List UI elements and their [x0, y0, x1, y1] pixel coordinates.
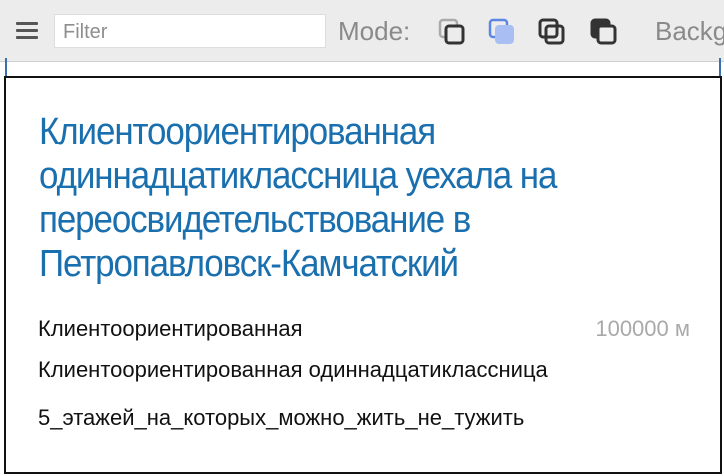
- mode-outline-icon[interactable]: [437, 17, 467, 47]
- mode-overlap-outline-icon[interactable]: [537, 17, 567, 47]
- preview-card: Клиентоориентированная одиннадцатиклассн…: [4, 76, 722, 474]
- toolbar: Mode: Backg: [0, 0, 724, 62]
- mode-filled-icon[interactable]: [487, 17, 517, 47]
- hamburger-icon[interactable]: [16, 22, 38, 39]
- mode-overlap-filled-icon[interactable]: [589, 17, 619, 47]
- identifier-line: 5_этажей_на_которых_можно_жить_не_тужить: [38, 405, 525, 430]
- headline: Клиентоориентированная одиннадцатиклассн…: [39, 111, 557, 285]
- background-label[interactable]: Backg: [655, 14, 724, 48]
- filter-input[interactable]: [54, 14, 326, 48]
- stage-edge: [5, 58, 721, 76]
- title-line: Клиентоориентированная: [38, 316, 303, 341]
- distance-label: 100000 м: [595, 316, 690, 341]
- mode-label: Mode:: [338, 16, 411, 46]
- subtitle-line: Клиентоориентированная одиннадцатиклассн…: [38, 357, 548, 382]
